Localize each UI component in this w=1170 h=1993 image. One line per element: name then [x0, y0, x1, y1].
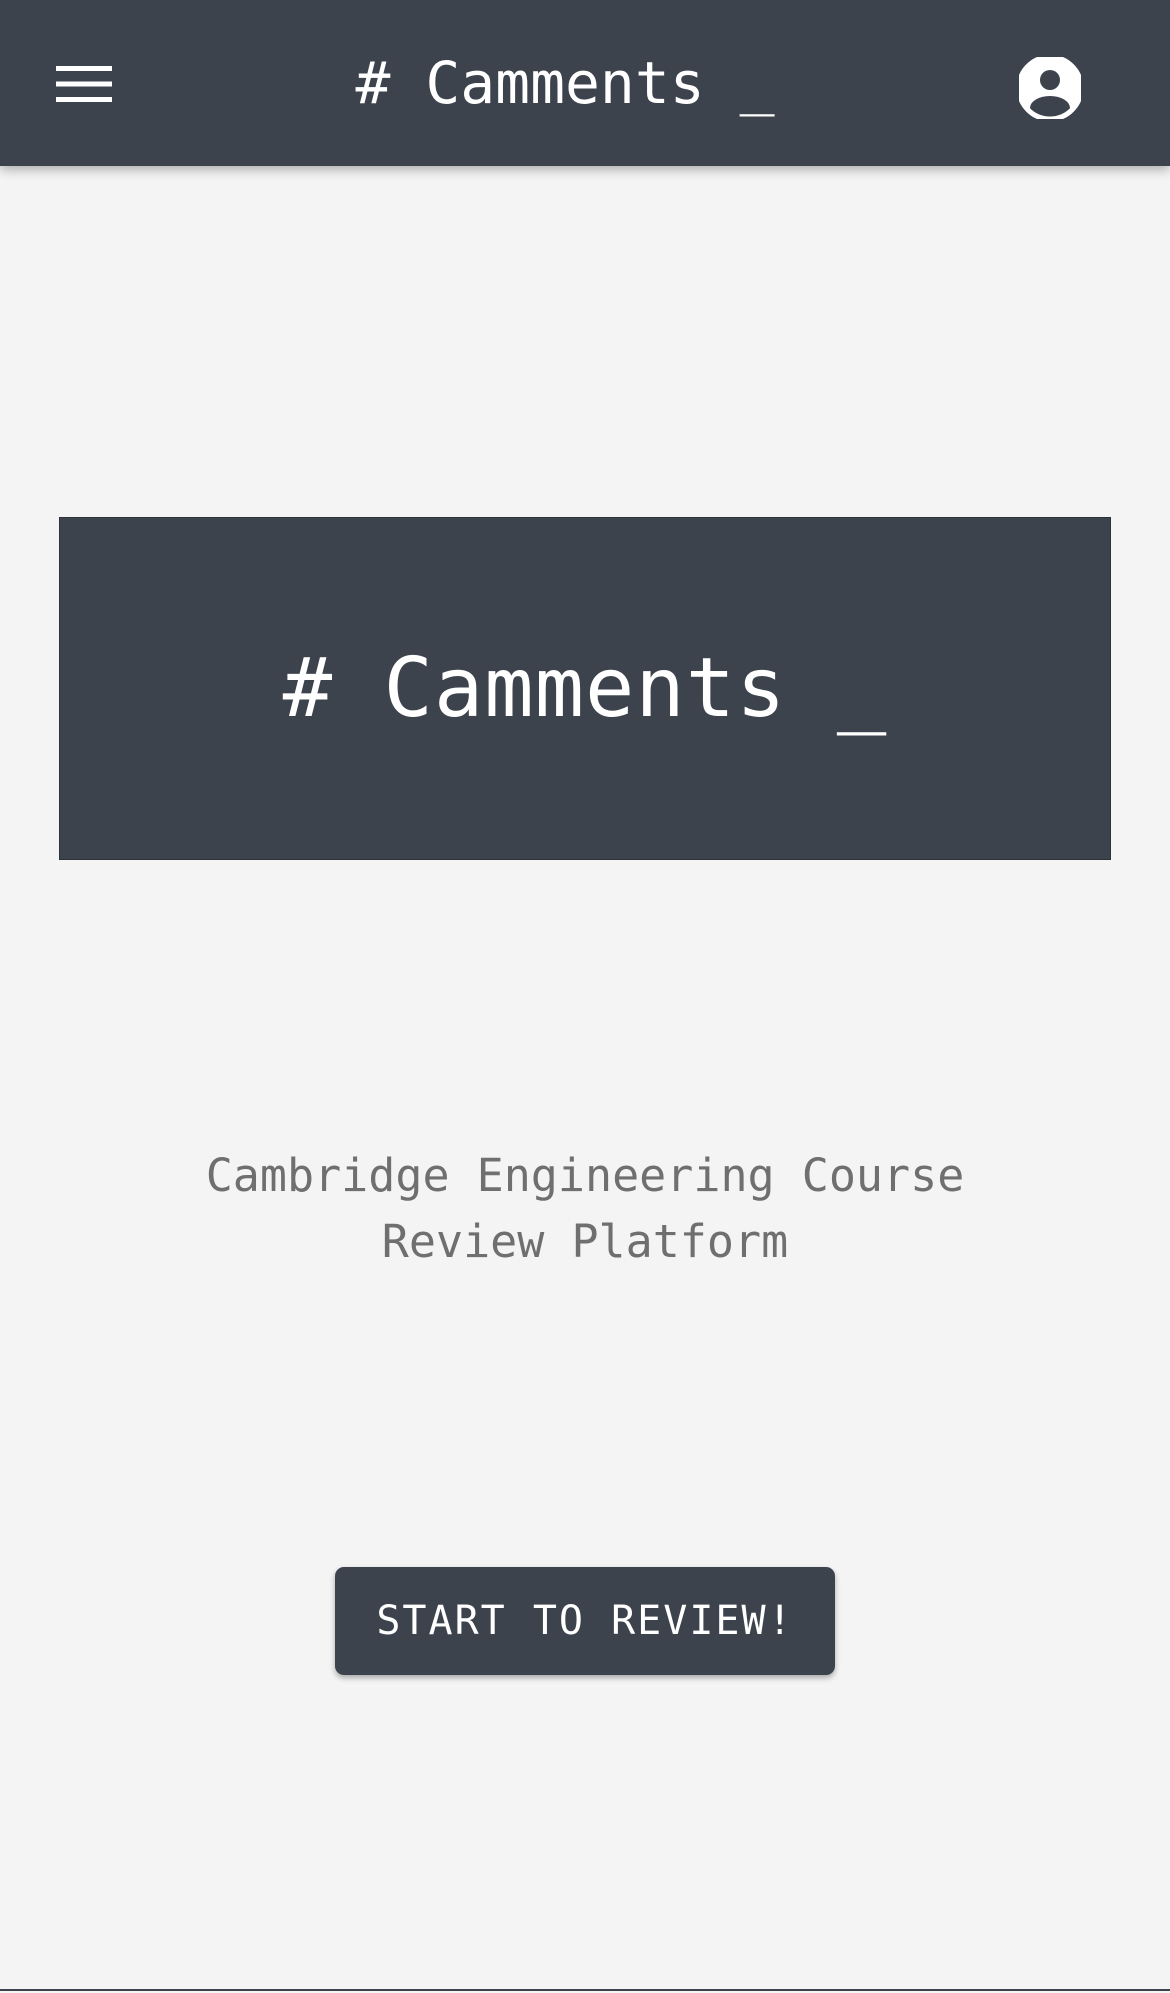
- hamburger-menu-icon: [56, 66, 112, 102]
- top-app-bar: # Camments _: [0, 0, 1170, 166]
- bottom-divider: [0, 1989, 1170, 1991]
- app-bar-title: # Camments _: [355, 49, 775, 117]
- hero-title: # Camments _: [282, 641, 888, 736]
- app-root: # Camments _ # Camments _ Cambridge Engi…: [0, 0, 1170, 1993]
- start-review-button[interactable]: START TO REVIEW!: [335, 1567, 835, 1675]
- account-circle-icon: [1019, 57, 1081, 119]
- tagline: Cambridge Engineering Course Review Plat…: [205, 1149, 965, 1268]
- menu-button[interactable]: [44, 44, 124, 124]
- account-button[interactable]: [1010, 48, 1090, 128]
- hero-banner: # Camments _: [59, 517, 1111, 860]
